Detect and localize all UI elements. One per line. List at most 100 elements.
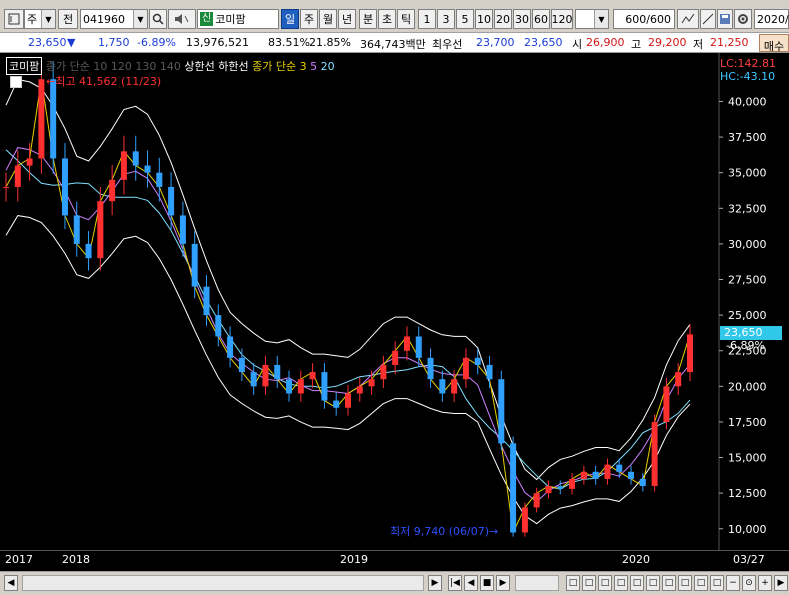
y-tick-label: 17,500 [728,416,767,429]
chevron-down-icon[interactable]: ▼ [133,10,147,28]
x-axis: 2017 2018 2019 2020 03/27 [0,550,789,571]
tab-month-label: 월 [322,13,334,26]
tool-icon-8[interactable]: □ [678,575,692,591]
zoom-out-icon[interactable]: − [726,575,740,591]
x-label-date: 03/27 [733,553,765,566]
candle-body [628,471,635,479]
tab-tick[interactable]: 틱 [397,9,415,29]
calculator-icon[interactable] [10,76,22,88]
interval-custom-select[interactable]: ▼ [575,9,609,29]
hc-label: HC:-43.10 [720,70,776,83]
candle-body [309,372,316,380]
chevron-down-icon[interactable]: ▼ [594,10,608,28]
tool-icon-2[interactable]: □ [582,575,596,591]
tool-icon-5[interactable]: □ [630,575,644,591]
y-tick-label: 27,500 [728,274,767,287]
candles [3,61,693,537]
buy-button[interactable]: 매수 [759,34,789,53]
range-total: /600 [646,12,671,26]
candle-body [592,471,599,479]
y-tick-label: 40,000 [728,95,767,108]
candle-body [415,336,422,358]
y-tick-label: 32,500 [728,202,767,215]
current-price: 23,650 [28,36,67,49]
candle-body [663,386,670,422]
scroll-track[interactable] [22,575,424,591]
interval-3[interactable]: 3 [437,9,455,29]
stock-name-field[interactable]: 신 코미팜 [197,9,279,29]
save-icon[interactable] [717,9,733,29]
gear-icon[interactable] [734,9,752,29]
interval-120-label: 120 [551,12,573,26]
y-tick-label: 12,500 [728,487,767,500]
interval-5[interactable]: 5 [456,9,474,29]
interval-20[interactable]: 20 [494,9,512,29]
change-percent: -6.89% [137,36,176,49]
date-field[interactable]: 2020/0 [754,9,789,29]
best-bid-label: 최우선 [432,38,463,51]
current-change-marker: -6.89% [726,339,765,352]
line-tool-icon[interactable] [700,9,716,29]
tab-day[interactable]: 일 [281,9,299,29]
candle-body [109,179,116,202]
interval-20-label: 20 [496,12,510,26]
interval-10[interactable]: 10 [475,9,493,29]
chevron-down-icon[interactable]: ▼ [41,10,55,28]
tab-second[interactable]: 초 [378,9,396,29]
candle-body [557,486,564,489]
play-icon[interactable]: ▶ [496,575,510,591]
play-back-icon[interactable]: ◀ [464,575,478,591]
candle-body [569,478,576,489]
min-price-text: 최저 9,740 (06/07) [390,525,490,538]
x-label-2017: 2017 [5,553,33,566]
candle-body [510,443,517,533]
stock-name: 코미팜 [215,13,246,26]
y-axis-ticks: 40,000 37,500 35,000 32,500 30,000 27,500 25,0… [719,95,767,536]
scroll-right-icon[interactable]: ▶ [428,575,442,591]
chart-type-icon[interactable] [4,9,24,29]
tool-icon-9[interactable]: □ [694,575,708,591]
tool-icon-7[interactable]: □ [662,575,676,591]
first-icon[interactable]: |◀ [448,575,462,591]
tab-minute[interactable]: 분 [359,9,377,29]
tab-week[interactable]: 주 [300,9,318,29]
candle-body [38,79,45,159]
scroll-left-icon[interactable]: ◀ [4,575,18,591]
tool-icon-1[interactable]: □ [566,575,580,591]
tab-year[interactable]: 년 [338,9,356,29]
zoom-in-icon[interactable]: + [758,575,772,591]
candle-body [498,379,505,444]
down-arrow-icon: ▼ [67,36,76,49]
stock-code-field[interactable]: 041960 ▼ [80,9,148,29]
tab-month[interactable]: 월 [319,9,337,29]
interval-60[interactable]: 60 [532,9,550,29]
indicator-icon[interactable] [677,9,699,29]
candle-body [486,364,493,380]
interval-120[interactable]: 120 [551,9,573,29]
scroll-end-icon[interactable]: ▶ [774,575,788,591]
price-chart[interactable]: 40,000 37,500 35,000 32,500 30,000 27,500 25,0… [0,53,789,571]
lower-band-line [5,215,691,525]
stop-icon[interactable]: ■ [480,575,494,591]
tool-icon-6[interactable]: □ [646,575,660,591]
interval-30[interactable]: 30 [513,9,531,29]
open-value: 26,900 [586,36,625,49]
speaker-icon[interactable] [168,9,196,29]
prev-button[interactable]: 전 [58,9,78,29]
interval-1[interactable]: 1 [418,9,436,29]
period-select[interactable]: 주 ▼ [24,9,56,29]
tool-icon-3[interactable]: □ [598,575,612,591]
candle-body [156,172,163,187]
zoom-reset-icon[interactable]: ⊙ [742,575,756,591]
speed-slider[interactable] [515,575,559,591]
chart-scroll-bar: ◀ ▶ |◀ ◀ ■ ▶ □ □ □ □ □ □ □ □ □ □ − ⊙ + ▶ [0,571,789,595]
tool-icon-4[interactable]: □ [614,575,628,591]
stock-code-value: 041960 [83,12,125,26]
legend-ma3: 3 [299,60,307,73]
tool-icon-10[interactable]: □ [710,575,724,591]
y-tick-label: 10,000 [728,523,767,536]
search-icon[interactable] [149,9,167,29]
candle-body [368,379,375,387]
range-field[interactable]: 600/600 [613,9,675,29]
legend-lower: 하한선 [218,60,249,73]
